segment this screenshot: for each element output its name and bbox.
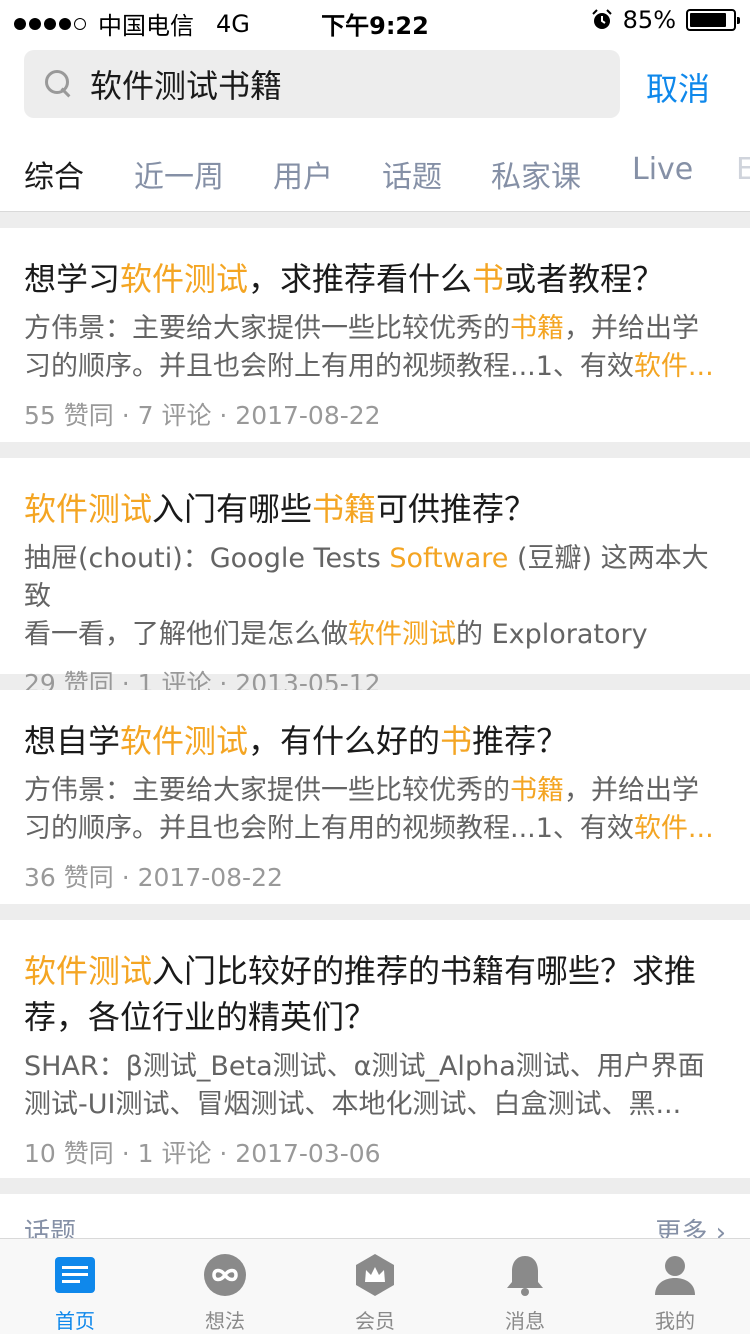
search-input[interactable]: 软件测试书籍 <box>24 50 620 118</box>
result-summary: SHAR：β测试_Beta测试、α测试_Alpha测试、用户界面 测试-UI测试… <box>24 1051 705 1120</box>
result-meta: 55 赞同 · 7 评论 · 2017-08-22 <box>24 401 381 430</box>
bell-icon <box>507 1256 543 1296</box>
bottom-tab-bar: 首页 想法 会员 消息 我的 <box>0 1238 750 1334</box>
result-meta: 10 赞同 · 1 评论 · 2017-03-06 <box>24 1139 381 1168</box>
tabbar-home[interactable]: 首页 <box>25 1253 125 1334</box>
result-card[interactable]: 软件测试入门有哪些书籍可供推荐？ 抽屉(chouti)：Google Tests… <box>0 458 750 698</box>
result-summary: 方伟景：主要给大家提供一些比较优秀的书籍，并给出学 习的顺序。并且也会附上有用的… <box>24 313 714 382</box>
search-header: 软件测试书籍 取消 <box>0 40 750 132</box>
tab-users[interactable]: 用户 <box>273 152 333 196</box>
tabbar-me[interactable]: 我的 <box>625 1253 725 1334</box>
tab-live[interactable]: Live <box>632 152 693 187</box>
result-summary: 方伟景：主要给大家提供一些比较优秀的书籍，并给出学 习的顺序。并且也会附上有用的… <box>24 775 714 844</box>
result-title: 软件测试入门比较好的推荐的书籍有哪些？求推 荐，各位行业的精英们？ <box>24 952 697 1036</box>
filter-tabs: 综合 近一周 用户 话题 私家课 Live E <box>0 132 750 212</box>
person-icon <box>655 1256 695 1295</box>
tab-all[interactable]: 综合 <box>24 152 84 196</box>
alarm-icon <box>591 9 612 29</box>
battery-percent: 85% <box>622 6 676 34</box>
home-doc-icon <box>55 1257 95 1293</box>
search-query: 软件测试书籍 <box>90 67 283 105</box>
result-summary: 抽屉(chouti)：Google Tests Software (豆瓣) 这两… <box>24 543 709 650</box>
tabbar-messages[interactable]: 消息 <box>475 1253 575 1334</box>
crown-badge-icon <box>356 1254 394 1296</box>
tab-topics[interactable]: 话题 <box>382 152 442 196</box>
tabbar-ideas[interactable]: 想法 <box>175 1253 275 1334</box>
tabbar-vip[interactable]: 会员 <box>325 1253 425 1334</box>
status-bar: 中国电信 4G 下午9:22 85% <box>0 0 750 40</box>
result-card[interactable]: 想学习软件测试，求推荐看什么书或者教程？ 方伟景：主要给大家提供一些比较优秀的书… <box>0 228 750 442</box>
search-icon <box>44 69 74 99</box>
topics-section-header: 话题 更多 › <box>0 1194 750 1244</box>
battery-icon <box>686 9 740 31</box>
result-title: 软件测试入门有哪些书籍可供推荐？ <box>24 490 537 528</box>
tab-private-class[interactable]: 私家课 <box>491 152 581 196</box>
result-card[interactable]: 想自学软件测试，有什么好的书推荐？ 方伟景：主要给大家提供一些比较优秀的书籍，并… <box>0 690 750 904</box>
result-card[interactable]: 软件测试入门比较好的推荐的书籍有哪些？求推 荐，各位行业的精英们？ SHAR：β… <box>0 920 750 1178</box>
result-title: 想学习软件测试，求推荐看什么书或者教程？ <box>24 260 665 298</box>
idea-infinity-icon <box>204 1254 246 1296</box>
tab-week[interactable]: 近一周 <box>134 152 224 196</box>
cancel-button[interactable]: 取消 <box>646 64 710 110</box>
result-meta: 36 赞同 · 2017-08-22 <box>24 863 283 892</box>
result-title: 想自学软件测试，有什么好的书推荐？ <box>24 722 569 760</box>
tab-overflow-fade: E <box>736 152 750 187</box>
